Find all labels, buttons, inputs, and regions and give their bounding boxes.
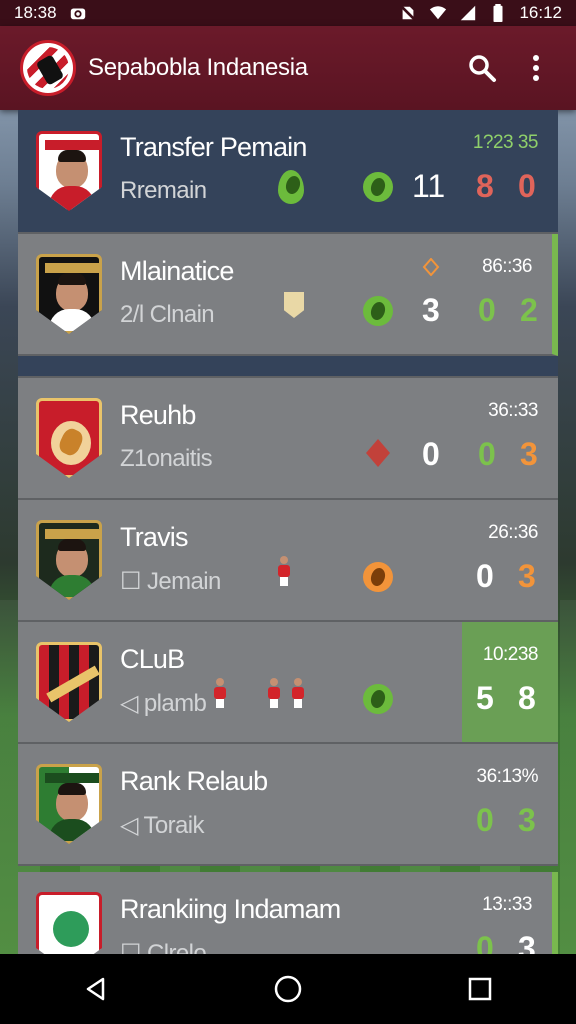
score-a: 0: [422, 436, 440, 472]
item-time: 13::33: [482, 894, 532, 915]
item-time: 36:13%: [476, 766, 539, 787]
search-button[interactable]: [462, 48, 502, 88]
mini-badge-icon: [284, 292, 304, 318]
app-title: Sepabobla Indanesia: [88, 54, 308, 81]
camera-icon: [70, 8, 85, 20]
search-icon: [469, 55, 496, 82]
item-time: 86::36: [482, 256, 532, 277]
club-crest-icon: [36, 764, 102, 844]
score-b: 3: [518, 558, 536, 594]
list-item-reuhb[interactable]: Reuhb Z1onaitis 36::33 0 0 3: [18, 378, 558, 500]
status-time-right: 16:12: [519, 3, 562, 22]
item-title: CLuB: [120, 644, 185, 674]
score-b: 0: [478, 292, 496, 328]
item-title: Rrankiing Indamam: [120, 894, 341, 924]
player-figure-icon: [278, 556, 290, 586]
ball-icon: [278, 170, 304, 204]
item-title: Travis: [120, 522, 189, 552]
item-time: 36::33: [488, 400, 538, 421]
score-a: 11: [412, 168, 446, 204]
item-subtitle: 2/l Clnain: [120, 301, 215, 328]
club-list: Transfer Pemain Rremain 1?23 35 11 8 0 M…: [18, 110, 566, 994]
score-c: 2: [520, 292, 538, 328]
club-crest-icon: [36, 520, 102, 600]
battery-icon: [493, 4, 503, 22]
more-vert-icon: [533, 55, 539, 81]
app-bar: Sepabobla Indanesia: [0, 26, 576, 110]
score-a: 0: [476, 802, 494, 838]
item-subtitle: ◁ plamb: [120, 690, 207, 717]
ball-icon: [363, 562, 393, 592]
list-item-travis[interactable]: Travis ☐ Jemain 26::36 0 3: [18, 500, 558, 622]
club-crest-icon: [36, 642, 102, 722]
score-b: 8: [476, 168, 494, 204]
home-button[interactable]: [258, 959, 318, 1019]
overflow-menu-button[interactable]: [516, 48, 556, 88]
system-nav-bar: [0, 954, 576, 1024]
wifi-icon: [430, 6, 447, 20]
signal-icon: [461, 5, 476, 21]
item-subtitle: ☐ Jemain: [120, 568, 221, 595]
item-title: Mlainatice: [120, 256, 234, 286]
back-button[interactable]: [66, 959, 126, 1019]
club-crest-icon: [36, 398, 102, 478]
item-title: Reuhb: [120, 400, 196, 430]
item-time: 10:238: [482, 644, 539, 665]
item-title: Transfer Pemain: [120, 132, 307, 162]
list-item-club[interactable]: CLuB ◁ plamb 10:238 5 8: [18, 622, 558, 744]
player-figure-icon: [214, 678, 226, 708]
app-logo-icon: [20, 40, 76, 96]
score-b: 8: [518, 680, 536, 716]
item-time: 26::36: [488, 522, 538, 543]
ball-icon: [363, 684, 393, 714]
section-divider: [18, 356, 558, 378]
ball-icon: [363, 296, 393, 326]
club-crest-icon: [36, 131, 102, 211]
player-figure-icon: [292, 678, 304, 708]
club-crest-icon: [36, 254, 102, 334]
status-bar: 18:38 16:12: [0, 0, 576, 26]
score-a: 5: [476, 680, 494, 716]
list-item-mlainatice[interactable]: Mlainatice 2/l Clnain 86::36 3 0 2: [18, 234, 558, 356]
item-time: 1?23 35: [472, 132, 539, 153]
player-figure-icon: [268, 678, 280, 708]
score-a: 0: [476, 558, 494, 594]
score-c: 0: [518, 168, 536, 204]
item-subtitle: ◁ Toraik: [120, 812, 205, 839]
list-item-transfer[interactable]: Transfer Pemain Rremain 1?23 35 11 8 0: [18, 110, 558, 234]
score-b: 0: [478, 436, 496, 472]
list-item-rank-relaub[interactable]: Rank Relaub ◁ Toraik 36:13% 0 3: [18, 744, 558, 866]
ball-icon: [363, 172, 393, 202]
recents-square-icon: [468, 977, 492, 1001]
score-b: 3: [518, 802, 536, 838]
score-a: 3: [422, 292, 440, 328]
item-subtitle: Z1onaitis: [120, 445, 213, 472]
recents-button[interactable]: [450, 959, 510, 1019]
score-c: 3: [520, 436, 538, 472]
mini-diamond-icon: [366, 439, 390, 467]
home-circle-icon: [274, 975, 302, 1003]
small-flame-icon: [422, 258, 440, 276]
no-sim-icon: [400, 4, 417, 22]
back-triangle-icon: [86, 977, 105, 1001]
item-title: Rank Relaub: [120, 766, 268, 796]
status-time-left: 18:38: [14, 3, 57, 22]
